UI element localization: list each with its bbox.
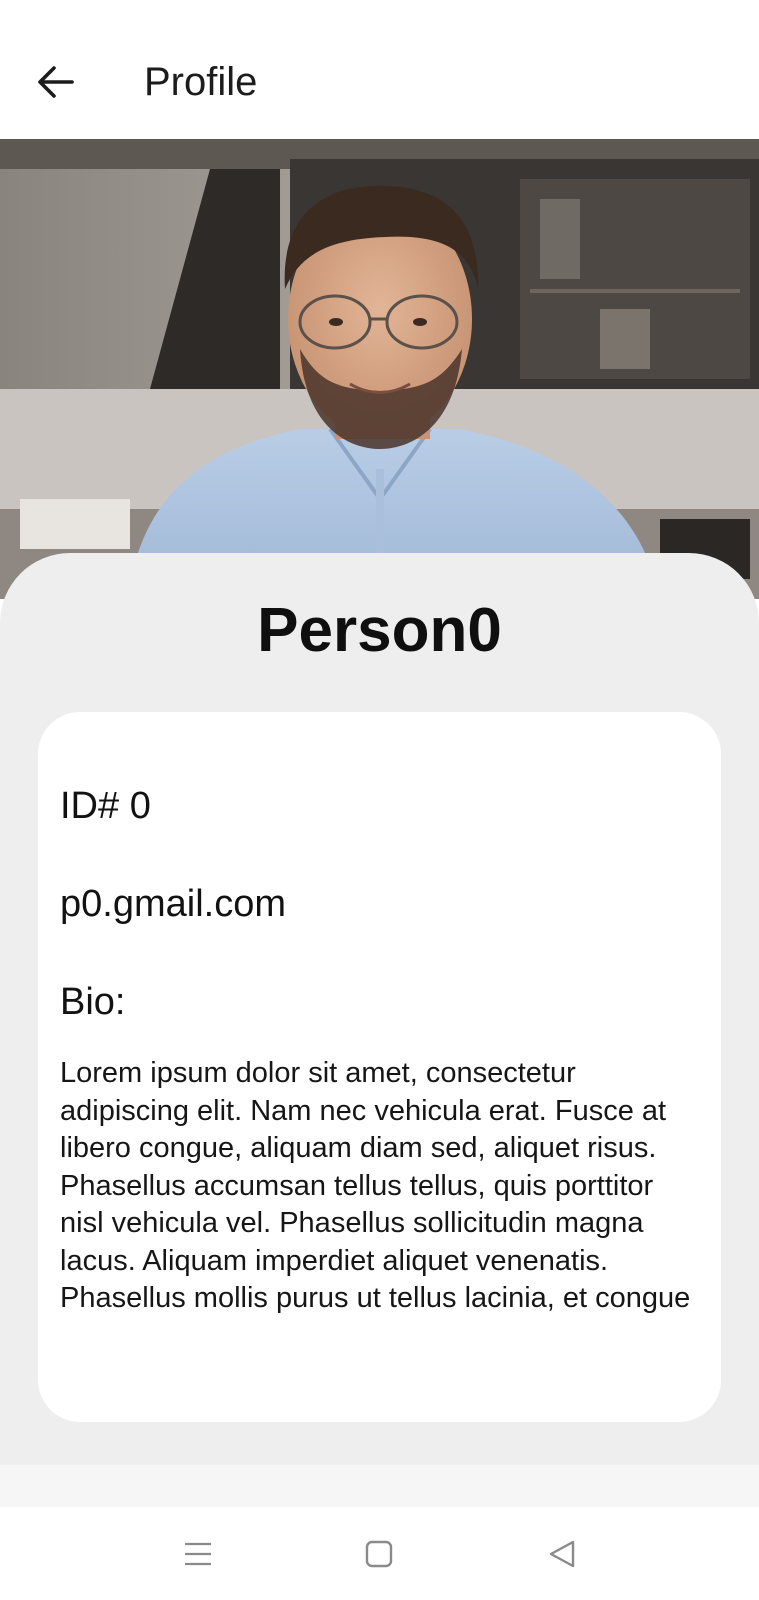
system-nav-bar [0, 1507, 759, 1600]
profile-id: ID# 0 [60, 785, 151, 827]
arrow-left-icon [38, 66, 74, 98]
app-bar: Profile [0, 0, 759, 139]
profile-name: Person0 [257, 596, 502, 665]
menu-icon [185, 1542, 211, 1566]
bio-label: Bio: [60, 981, 126, 1023]
sheet-bottom-strip [0, 1465, 759, 1507]
bio-text[interactable]: Lorem ipsum dolor sit amet, consectetur … [60, 1055, 700, 1325]
back-button[interactable] [30, 56, 82, 108]
menu-button[interactable] [171, 1527, 225, 1581]
profile-photo [0, 139, 759, 599]
info-card: ID# 0 p0.gmail.com Bio: Lorem ipsum dolo… [38, 712, 721, 1422]
system-back-button[interactable] [535, 1527, 589, 1581]
back-triangle-icon [549, 1540, 575, 1568]
home-button[interactable] [352, 1527, 406, 1581]
page-title: Profile [144, 60, 258, 104]
profile-email: p0.gmail.com [60, 883, 286, 925]
home-square-icon [365, 1540, 393, 1568]
